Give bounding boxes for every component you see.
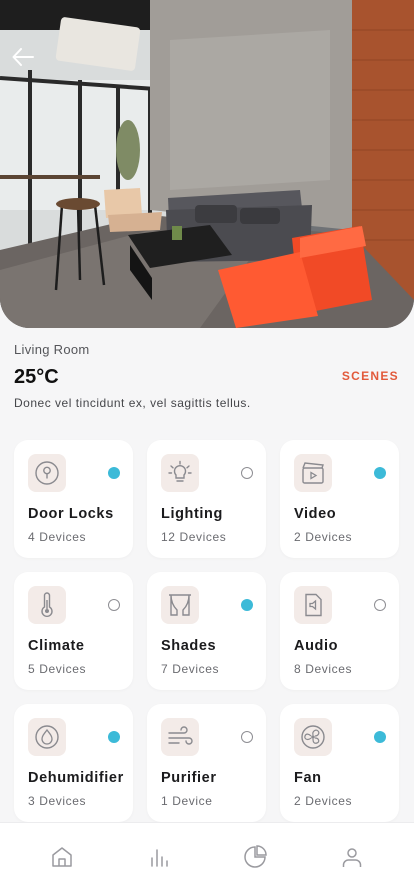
video-icon — [294, 454, 332, 492]
status-indicator-on[interactable] — [108, 731, 120, 743]
back-button[interactable] — [10, 44, 36, 70]
status-indicator-on[interactable] — [108, 467, 120, 479]
wind-icon — [161, 718, 199, 756]
thermometer-icon — [28, 586, 66, 624]
device-grid: Door Locks 4 Devices Lighting 12 Devices… — [14, 440, 399, 822]
device-title: Fan — [294, 770, 322, 786]
device-card-shades[interactable]: Shades 7 Devices — [147, 572, 266, 690]
device-card-lighting[interactable]: Lighting 12 Devices — [147, 440, 266, 558]
room-description: Donec vel tincidunt ex, vel sagittis tel… — [14, 396, 251, 410]
device-count: 1 Device — [161, 794, 213, 808]
device-title: Purifier — [161, 770, 217, 786]
status-indicator-off[interactable] — [374, 599, 386, 611]
device-count: 12 Devices — [161, 530, 227, 544]
room-temperature: 25°C — [14, 366, 59, 388]
tab-reports[interactable] — [230, 837, 280, 877]
bottom-tab-bar — [0, 822, 414, 896]
device-count: 5 Devices — [28, 662, 87, 676]
droplet-icon — [28, 718, 66, 756]
stats-icon — [151, 848, 168, 867]
status-indicator-on[interactable] — [374, 467, 386, 479]
device-title: Climate — [28, 638, 85, 654]
device-title: Dehumidifier — [28, 770, 124, 786]
lightbulb-icon — [161, 454, 199, 492]
home-icon — [52, 846, 72, 867]
device-card-door-locks[interactable]: Door Locks 4 Devices — [14, 440, 133, 558]
profile-icon — [342, 847, 361, 867]
scenes-link[interactable]: SCENES — [342, 369, 399, 383]
status-indicator-off[interactable] — [241, 467, 253, 479]
status-indicator-off[interactable] — [108, 599, 120, 611]
device-count: 2 Devices — [294, 530, 353, 544]
device-count: 3 Devices — [28, 794, 87, 808]
speaker-icon — [294, 586, 332, 624]
room-name: Living Room — [14, 342, 90, 357]
pie-chart-icon — [244, 844, 268, 868]
device-card-fan[interactable]: Fan 2 Devices — [280, 704, 399, 822]
device-card-dehumidifier[interactable]: Dehumidifier 3 Devices — [14, 704, 133, 822]
tab-home[interactable] — [37, 837, 87, 877]
device-title: Video — [294, 506, 337, 522]
living-room-photo — [0, 0, 414, 328]
status-indicator-on[interactable] — [241, 599, 253, 611]
curtains-icon — [161, 586, 199, 624]
tab-profile[interactable] — [327, 837, 377, 877]
status-indicator-off[interactable] — [241, 731, 253, 743]
device-title: Lighting — [161, 506, 223, 522]
device-count: 7 Devices — [161, 662, 220, 676]
tab-stats[interactable] — [134, 837, 184, 877]
arrow-left-icon — [12, 48, 34, 66]
room-hero-image — [0, 0, 414, 328]
device-count: 4 Devices — [28, 530, 87, 544]
device-title: Audio — [294, 638, 339, 654]
device-title: Shades — [161, 638, 217, 654]
fan-icon — [294, 718, 332, 756]
device-card-purifier[interactable]: Purifier 1 Device — [147, 704, 266, 822]
status-indicator-on[interactable] — [374, 731, 386, 743]
device-count: 8 Devices — [294, 662, 353, 676]
device-card-video[interactable]: Video 2 Devices — [280, 440, 399, 558]
device-count: 2 Devices — [294, 794, 353, 808]
device-card-audio[interactable]: Audio 8 Devices — [280, 572, 399, 690]
lock-icon — [28, 454, 66, 492]
device-card-climate[interactable]: Climate 5 Devices — [14, 572, 133, 690]
device-title: Door Locks — [28, 506, 114, 522]
